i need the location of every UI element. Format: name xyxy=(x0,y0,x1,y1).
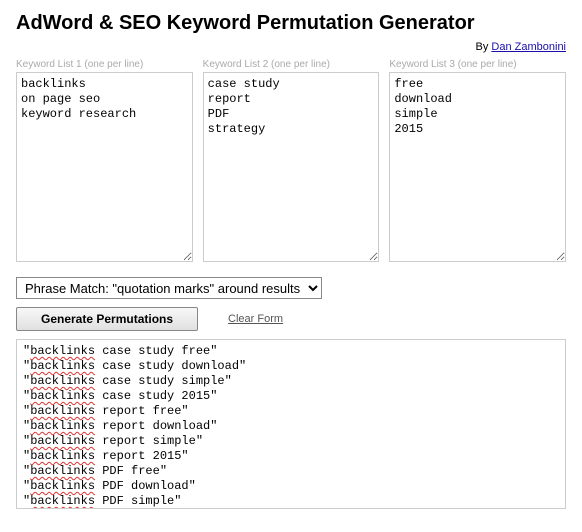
page-title: AdWord & SEO Keyword Permutation Generat… xyxy=(16,12,566,35)
match-type-select[interactable]: Phrase Match: "quotation marks" around r… xyxy=(16,277,322,299)
keyword-list-3[interactable] xyxy=(389,72,566,262)
keyword-list-2[interactable] xyxy=(203,72,380,262)
list1-label: Keyword List 1 (one per line) xyxy=(16,59,193,70)
byline-prefix: By xyxy=(476,41,492,53)
byline: By Dan Zambonini xyxy=(16,41,566,53)
keyword-list-1[interactable] xyxy=(16,72,193,262)
list3-label: Keyword List 3 (one per line) xyxy=(389,59,566,70)
results-output[interactable]: "backlinks case study free" "backlinks c… xyxy=(16,339,566,509)
clear-form-link[interactable]: Clear Form xyxy=(228,313,283,325)
author-link[interactable]: Dan Zambonini xyxy=(491,41,566,53)
generate-button[interactable]: Generate Permutations xyxy=(16,307,198,331)
list2-label: Keyword List 2 (one per line) xyxy=(203,59,380,70)
